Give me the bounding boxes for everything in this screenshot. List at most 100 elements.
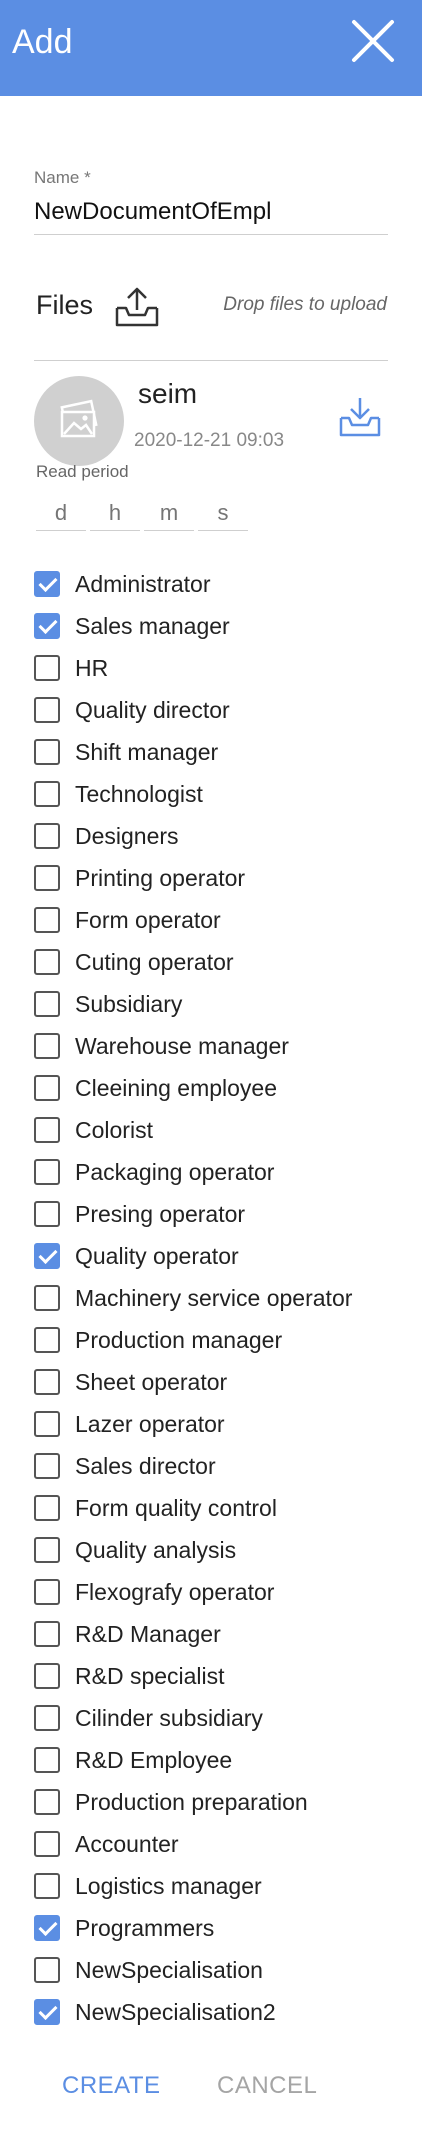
checkbox-unchecked[interactable] <box>34 1369 60 1395</box>
role-option[interactable]: Cuting operator <box>34 941 414 983</box>
checkbox-unchecked[interactable] <box>34 1327 60 1353</box>
checkbox-unchecked[interactable] <box>34 1705 60 1731</box>
read-period-hours-input[interactable] <box>90 496 140 531</box>
checkbox-unchecked[interactable] <box>34 1285 60 1311</box>
role-option[interactable]: Printing operator <box>34 857 414 899</box>
close-button[interactable] <box>348 16 398 66</box>
checkbox-unchecked[interactable] <box>34 1411 60 1437</box>
role-option[interactable]: Accounter <box>34 1823 414 1865</box>
checkbox-checked[interactable] <box>34 571 60 597</box>
role-option[interactable]: Form quality control <box>34 1487 414 1529</box>
role-option[interactable]: Logistics manager <box>34 1865 414 1907</box>
role-option[interactable]: Colorist <box>34 1109 414 1151</box>
role-option[interactable]: Cleeining employee <box>34 1067 414 1109</box>
role-label: Form operator <box>75 906 221 933</box>
checkbox-checked[interactable] <box>34 613 60 639</box>
files-divider <box>34 360 388 361</box>
role-label: Designers <box>75 822 179 849</box>
role-label: Lazer operator <box>75 1410 225 1437</box>
checkbox-unchecked[interactable] <box>34 1495 60 1521</box>
role-option[interactable]: NewSpecialisation2 <box>34 1991 414 2033</box>
role-label: HR <box>75 654 109 681</box>
upload-button[interactable] <box>114 286 160 328</box>
role-option[interactable]: R&D Employee <box>34 1739 414 1781</box>
role-option[interactable]: HR <box>34 647 414 689</box>
cancel-button[interactable]: CANCEL <box>217 2072 317 2100</box>
role-option[interactable]: Packaging operator <box>34 1151 414 1193</box>
checkbox-unchecked[interactable] <box>34 1117 60 1143</box>
checkbox-unchecked[interactable] <box>34 1033 60 1059</box>
role-option[interactable]: Programmers <box>34 1907 414 1949</box>
role-option[interactable]: Flexografy operator <box>34 1571 414 1613</box>
read-period-seconds-input[interactable] <box>198 496 248 531</box>
checkbox-checked[interactable] <box>34 1999 60 2025</box>
checkbox-unchecked[interactable] <box>34 949 60 975</box>
checkbox-unchecked[interactable] <box>34 1789 60 1815</box>
role-option[interactable]: R&D specialist <box>34 1655 414 1697</box>
read-period-minutes-input[interactable] <box>144 496 194 531</box>
role-option[interactable]: Sheet operator <box>34 1361 414 1403</box>
role-option[interactable]: Designers <box>34 815 414 857</box>
role-label: Packaging operator <box>75 1158 275 1185</box>
role-label: R&D Employee <box>75 1746 233 1773</box>
checkbox-unchecked[interactable] <box>34 991 60 1017</box>
checkbox-checked[interactable] <box>34 1243 60 1269</box>
checkbox-unchecked[interactable] <box>34 1621 60 1647</box>
checkbox-unchecked[interactable] <box>34 1579 60 1605</box>
role-label: R&D specialist <box>75 1662 225 1689</box>
role-option[interactable]: Quality director <box>34 689 414 731</box>
role-option[interactable]: Technologist <box>34 773 414 815</box>
role-option[interactable]: Cilinder subsidiary <box>34 1697 414 1739</box>
name-field-underline <box>34 234 388 235</box>
role-option[interactable]: Quality analysis <box>34 1529 414 1571</box>
download-button[interactable] <box>338 396 382 438</box>
role-option[interactable]: Production preparation <box>34 1781 414 1823</box>
role-label: Sales manager <box>75 612 230 639</box>
checkbox-unchecked[interactable] <box>34 1159 60 1185</box>
checkbox-unchecked[interactable] <box>34 1663 60 1689</box>
drop-files-hint[interactable]: Drop files to upload <box>212 294 387 316</box>
create-button[interactable]: CREATE <box>62 2072 161 2100</box>
role-option[interactable]: Administrator <box>34 563 414 605</box>
checkbox-unchecked[interactable] <box>34 1873 60 1899</box>
role-label: NewSpecialisation <box>75 1956 263 1983</box>
role-label: Quality analysis <box>75 1536 237 1563</box>
checkbox-unchecked[interactable] <box>34 655 60 681</box>
image-placeholder-icon <box>60 399 98 438</box>
checkbox-unchecked[interactable] <box>34 865 60 891</box>
checkbox-unchecked[interactable] <box>34 907 60 933</box>
checkbox-unchecked[interactable] <box>34 697 60 723</box>
role-option[interactable]: Presing operator <box>34 1193 414 1235</box>
role-option[interactable]: Shift manager <box>34 731 414 773</box>
role-option[interactable]: Machinery service operator <box>34 1277 414 1319</box>
checkbox-unchecked[interactable] <box>34 823 60 849</box>
checkbox-checked[interactable] <box>34 1915 60 1941</box>
checkbox-unchecked[interactable] <box>34 1201 60 1227</box>
role-option[interactable]: Subsidiary <box>34 983 414 1025</box>
role-option[interactable]: Sales manager <box>34 605 414 647</box>
role-label: Programmers <box>75 1914 215 1941</box>
checkbox-unchecked[interactable] <box>34 1453 60 1479</box>
role-label: Quality director <box>75 696 230 723</box>
read-period-days-input[interactable] <box>36 496 86 531</box>
checkbox-unchecked[interactable] <box>34 781 60 807</box>
role-option[interactable]: Sales director <box>34 1445 414 1487</box>
checkbox-unchecked[interactable] <box>34 1075 60 1101</box>
role-option[interactable]: Form operator <box>34 899 414 941</box>
role-option[interactable]: R&D Manager <box>34 1613 414 1655</box>
checkbox-unchecked[interactable] <box>34 1831 60 1857</box>
checkbox-unchecked[interactable] <box>34 739 60 765</box>
checkbox-unchecked[interactable] <box>34 1747 60 1773</box>
role-option[interactable]: NewSpecialisation <box>34 1949 414 1991</box>
role-option[interactable]: Lazer operator <box>34 1403 414 1445</box>
role-option[interactable]: Warehouse manager <box>34 1025 414 1067</box>
role-label: NewSpecialisation2 <box>75 1998 276 2025</box>
checkbox-unchecked[interactable] <box>34 1957 60 1983</box>
role-label: Administrator <box>75 570 211 597</box>
role-option[interactable]: Production manager <box>34 1319 414 1361</box>
role-option[interactable]: Quality operator <box>34 1235 414 1277</box>
name-input[interactable] <box>34 198 388 226</box>
role-label: Machinery service operator <box>75 1284 353 1311</box>
checkbox-unchecked[interactable] <box>34 1537 60 1563</box>
role-label: Cuting operator <box>75 948 234 975</box>
